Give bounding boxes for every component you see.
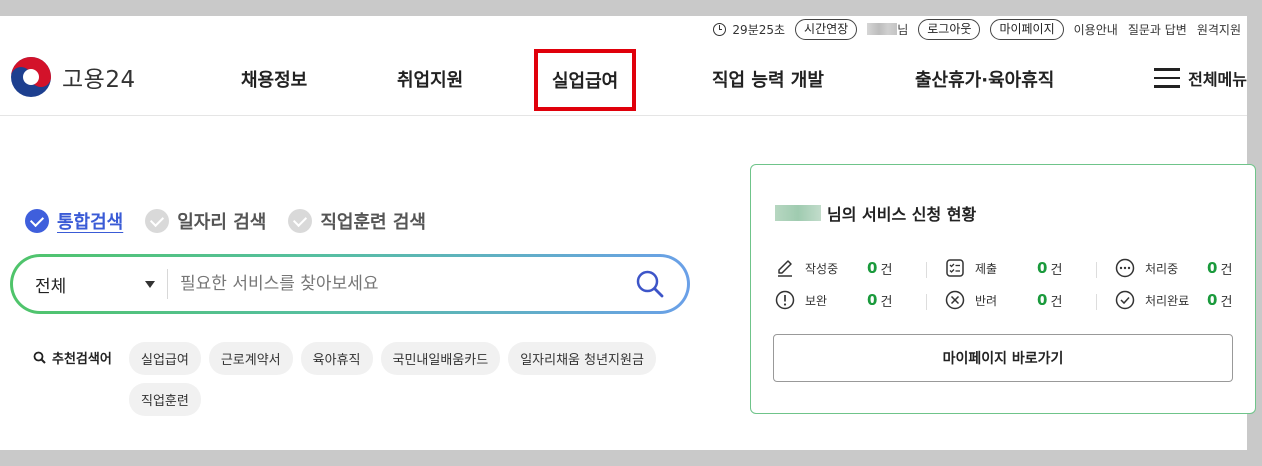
link-usage-guide[interactable]: 이용안내 [1074, 21, 1118, 38]
blurred-name [867, 23, 898, 35]
stat-count: 0 [867, 291, 878, 309]
keyword-chip[interactable]: 실업급여 [129, 342, 201, 375]
nav-item-jobs[interactable]: 채용정보 [241, 66, 307, 92]
search-icon[interactable] [635, 269, 665, 299]
divider [926, 262, 927, 278]
tab-label: 통합검색 [57, 212, 124, 233]
stats-row: 작성중 0 건 제출 0 건 처리중 0 건 [775, 252, 1235, 284]
all-menu-button[interactable]: 전체메뉴 [1154, 66, 1247, 90]
stat-supplement[interactable]: 보완 0 건 [775, 290, 945, 310]
page-frame: 29분25초 시간연장 님 로그아웃 마이페이지 이용안내 질문과 답변 원격지… [0, 16, 1256, 450]
stat-count: 0 [1207, 259, 1218, 277]
stat-processing[interactable]: 처리중 0 건 [1115, 258, 1235, 278]
pencil-icon [778, 260, 792, 277]
logout-button[interactable]: 로그아웃 [918, 18, 981, 40]
user-name: 님 [867, 21, 908, 38]
search-icon [33, 351, 46, 364]
keyword-chip[interactable]: 일자리채움 청년지원금 [508, 342, 656, 375]
panel-title: 님의 서비스 신청 현황 [775, 201, 976, 225]
main-nav: 채용정보 취업지원 실업급여 직업 능력 개발 출산휴가·육아휴직 전체메뉴 [0, 42, 1247, 116]
stat-label: 처리중 [1145, 261, 1179, 276]
timer-text: 29분25초 [732, 22, 786, 37]
keyword-chip[interactable]: 직업훈련 [129, 383, 201, 416]
divider [1096, 294, 1097, 310]
stat-unit: 건 [880, 294, 893, 310]
search-category-value: 전체 [35, 276, 67, 297]
search-box: 전체 [10, 254, 690, 314]
all-menu-label: 전체메뉴 [1188, 70, 1247, 89]
x-circle-icon [945, 290, 965, 310]
go-to-mypage-button[interactable]: 마이페이지 바로가기 [773, 334, 1233, 382]
search-tabs: 통합검색 일자리 검색 직업훈련 검색 [25, 208, 426, 234]
ellipsis-circle-icon [1115, 258, 1135, 278]
link-qna[interactable]: 질문과 답변 [1128, 21, 1187, 38]
nav-item-employment-support[interactable]: 취업지원 [397, 66, 463, 92]
caret-down-icon [145, 280, 155, 288]
nav-item-parental-leave[interactable]: 출산휴가·육아휴직 [915, 66, 1054, 92]
extend-session-button[interactable]: 시간연장 [795, 18, 858, 40]
stat-submitted[interactable]: 제출 0 건 [945, 258, 1115, 278]
stat-label: 제출 [975, 261, 998, 276]
check-circle-icon [145, 209, 170, 233]
panel-title-text: 님의 서비스 신청 현황 [827, 205, 977, 224]
keyword-chips: 실업급여 근로계약서 육아휴직 국민내일배움카드 일자리채움 청년지원금 직업훈… [129, 342, 689, 416]
check-circle-icon [1115, 290, 1135, 310]
user-suffix: 님 [897, 22, 909, 37]
keyword-chip[interactable]: 근로계약서 [208, 342, 293, 375]
service-status-panel: 님의 서비스 신청 현황 작성중 0 건 제출 0 건 처리중 0 건 보완 0… [750, 164, 1256, 414]
rec-title: 추천검색어 [33, 348, 112, 367]
keyword-chip[interactable]: 육아휴직 [300, 342, 373, 375]
status-stats: 작성중 0 건 제출 0 건 처리중 0 건 보완 0 건 반려 0 건 처리완… [775, 252, 1235, 316]
stat-unit: 건 [1050, 262, 1063, 278]
stat-count: 0 [1037, 259, 1048, 277]
tab-label: 직업훈련 검색 [320, 212, 426, 233]
session-timer: 29분25초 [713, 21, 785, 38]
nav-item-unemployment-benefits[interactable]: 실업급여 [534, 49, 637, 111]
stat-unit: 건 [1220, 262, 1233, 278]
hamburger-icon [1154, 68, 1181, 88]
checklist-icon [946, 259, 964, 277]
link-remote-support[interactable]: 원격지원 [1197, 21, 1241, 38]
stat-label: 작성중 [805, 261, 839, 276]
tab-integrated-search[interactable]: 통합검색 [25, 208, 123, 234]
stat-unit: 건 [1050, 294, 1063, 310]
search-input[interactable] [180, 274, 600, 294]
main-header: 고용24 채용정보 취업지원 실업급여 직업 능력 개발 출산휴가·육아휴직 전… [0, 42, 1247, 116]
tab-label: 일자리 검색 [177, 212, 267, 233]
tab-job-search[interactable]: 일자리 검색 [145, 208, 266, 234]
keyword-chip[interactable]: 국민내일배움카드 [380, 342, 501, 375]
mypage-button[interactable]: 마이페이지 [990, 18, 1064, 40]
nav-item-vocational-training[interactable]: 직업 능력 개발 [712, 66, 824, 92]
stat-count: 0 [1037, 291, 1048, 309]
stat-drafting[interactable]: 작성중 0 건 [775, 258, 945, 278]
exclamation-circle-icon [775, 290, 795, 310]
divider [1096, 262, 1097, 278]
blurred-name [775, 205, 821, 221]
tab-training-search[interactable]: 직업훈련 검색 [288, 208, 426, 234]
rec-title-label: 추천검색어 [52, 352, 112, 367]
divider [926, 294, 927, 310]
stat-unit: 건 [1220, 294, 1233, 310]
stat-label: 반려 [975, 293, 998, 308]
utility-bar: 29분25초 시간연장 님 로그아웃 마이페이지 이용안내 질문과 답변 원격지… [713, 16, 1247, 42]
stat-count: 0 [1207, 291, 1218, 309]
search-box-inner: 전체 [13, 257, 687, 311]
stat-rejected[interactable]: 반려 0 건 [945, 290, 1115, 310]
stat-completed[interactable]: 처리완료 0 건 [1115, 290, 1235, 310]
check-circle-icon [288, 209, 313, 233]
check-circle-icon [25, 209, 49, 233]
stat-unit: 건 [880, 262, 893, 278]
stat-label: 처리완료 [1145, 293, 1190, 308]
search-category-select[interactable]: 전체 [13, 269, 168, 299]
clock-icon [713, 22, 727, 36]
stats-row: 보완 0 건 반려 0 건 처리완료 0 건 [775, 284, 1235, 316]
stat-count: 0 [867, 259, 878, 277]
stat-label: 보완 [805, 293, 828, 308]
